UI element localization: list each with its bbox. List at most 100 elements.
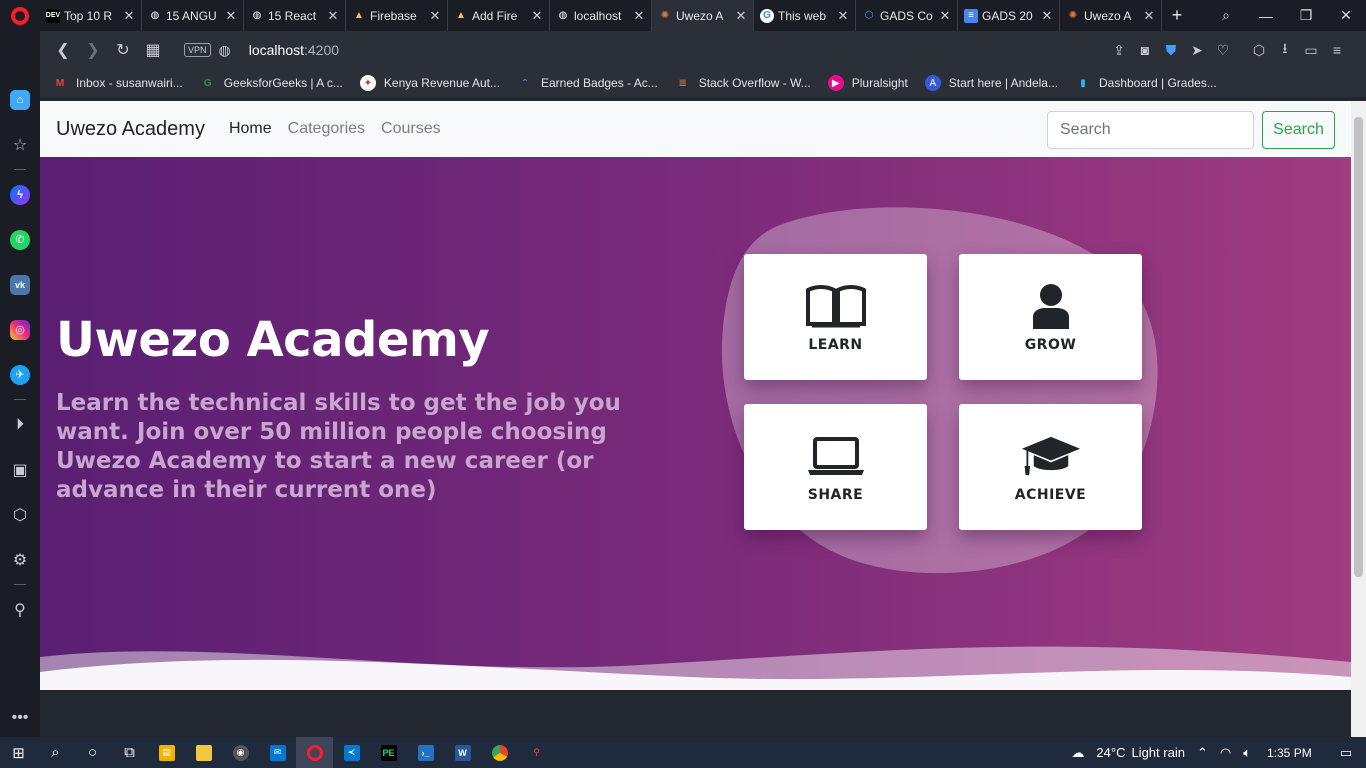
share-card[interactable]: SHARE xyxy=(744,404,927,530)
restore-icon[interactable]: ❐ xyxy=(1286,7,1326,24)
tab-overview-button[interactable]: ▦ xyxy=(138,35,168,65)
taskbar-opera[interactable] xyxy=(296,737,333,768)
page-scrollbar[interactable] xyxy=(1351,101,1366,737)
browser-tab[interactable]: ◍ localhost ✕ xyxy=(550,0,652,31)
bookmark-item[interactable]: M Inbox - susanwairi... xyxy=(52,75,183,91)
download-icon[interactable]: ⭳ xyxy=(1272,38,1298,62)
weather-temp[interactable]: 24°C xyxy=(1096,745,1125,760)
bookmark-item[interactable]: G GeeksforGeeks | A c... xyxy=(200,75,343,91)
taskbar-media[interactable]: ◉ xyxy=(222,737,259,768)
menu-icon[interactable]: ≡ xyxy=(1324,42,1350,58)
browser-tab-active[interactable]: ✺ Uwezo A ✕ xyxy=(652,0,754,31)
sidebar-messenger[interactable]: ϟ xyxy=(0,172,40,217)
sidebar-vk[interactable]: vk xyxy=(0,262,40,307)
reload-button[interactable]: ↻ xyxy=(108,35,138,65)
back-button[interactable]: ❮ xyxy=(48,35,78,65)
bookmark-item[interactable]: ▶ Pluralsight xyxy=(827,75,908,91)
sidebar-tips[interactable]: ⚲ xyxy=(0,587,40,632)
snapshot-icon[interactable]: ◙ xyxy=(1132,42,1158,58)
close-tab-icon[interactable]: ✕ xyxy=(531,8,543,24)
close-tab-icon[interactable]: ✕ xyxy=(939,8,951,24)
new-tab-button[interactable]: + xyxy=(1162,0,1192,31)
close-window-icon[interactable]: ✕ xyxy=(1326,7,1366,24)
grow-card[interactable]: GROW xyxy=(959,254,1142,380)
sidebar-whatsapp[interactable]: ✆ xyxy=(0,217,40,262)
sidebar-settings[interactable]: ⚙ xyxy=(0,537,40,582)
chevron-up-icon[interactable]: ⌃ xyxy=(1197,745,1208,761)
cube-icon[interactable]: ⬡ xyxy=(1246,42,1272,59)
start-button[interactable]: ⊞ xyxy=(0,737,37,768)
taskbar-pycharm[interactable]: PE xyxy=(370,737,407,768)
taskbar-chrome[interactable] xyxy=(481,737,518,768)
battery-icon[interactable]: ▭ xyxy=(1298,42,1324,59)
bookmark-item[interactable]: ▮ Dashboard | Grades... xyxy=(1075,75,1217,91)
close-tab-icon[interactable]: ✕ xyxy=(429,8,441,24)
taskbar-explorer[interactable] xyxy=(185,737,222,768)
browser-tab[interactable]: ◍ 15 ANGU ✕ xyxy=(142,0,244,31)
minimize-icon[interactable]: — xyxy=(1246,8,1286,24)
taskbar-git[interactable]: ⚲ xyxy=(518,737,555,768)
browser-tab[interactable]: ◍ 15 React ✕ xyxy=(244,0,346,31)
bookmark-item[interactable]: ⌃ Earned Badges - Ac... xyxy=(517,75,658,91)
taskbar-store[interactable]: ▤ xyxy=(148,737,185,768)
taskbar-mail[interactable]: ✉ xyxy=(259,737,296,768)
browser-tab[interactable]: DEV Top 10 R ✕ xyxy=(40,0,142,31)
close-tab-icon[interactable]: ✕ xyxy=(327,8,339,24)
send-icon[interactable]: ➤ xyxy=(1184,42,1210,59)
sidebar-player[interactable]: ⏵ xyxy=(0,402,40,447)
forward-button[interactable]: ❯ xyxy=(78,35,108,65)
sidebar-extensions[interactable]: ⬡ xyxy=(0,492,40,537)
taskbar-word[interactable]: W xyxy=(444,737,481,768)
close-tab-icon[interactable]: ✕ xyxy=(633,8,645,24)
search-tabs-icon[interactable]: ⌕ xyxy=(1206,7,1246,24)
weather-desc[interactable]: Light rain xyxy=(1131,745,1184,760)
search-input[interactable] xyxy=(1047,111,1254,149)
globe-icon: ◍ xyxy=(252,10,262,21)
vpn-badge[interactable]: VPN xyxy=(184,43,211,57)
sidebar-home[interactable]: ⌂ xyxy=(0,77,40,122)
sidebar-twitter[interactable]: ✈ xyxy=(0,352,40,397)
taskbar-vscode[interactable]: ≺ xyxy=(333,737,370,768)
browser-tab[interactable]: ▲ Add Fire ✕ xyxy=(448,0,550,31)
nav-categories[interactable]: Categories xyxy=(288,120,365,138)
heart-icon[interactable]: ♡ xyxy=(1210,42,1236,59)
nav-home[interactable]: Home xyxy=(229,120,272,138)
url-field[interactable]: localhost:4200 xyxy=(249,42,339,58)
browser-tab[interactable]: ▲ Firebase ✕ xyxy=(346,0,448,31)
close-tab-icon[interactable]: ✕ xyxy=(735,8,747,24)
close-tab-icon[interactable]: ✕ xyxy=(1041,8,1053,24)
close-tab-icon[interactable]: ✕ xyxy=(225,8,237,24)
scrollbar-thumb[interactable] xyxy=(1354,117,1363,577)
sidebar-instagram[interactable]: ◎ xyxy=(0,307,40,352)
achieve-card[interactable]: ACHIEVE xyxy=(959,404,1142,530)
taskbar-powershell[interactable]: ›_ xyxy=(407,737,444,768)
browser-tab[interactable]: G This web ✕ xyxy=(754,0,856,31)
site-brand[interactable]: Uwezo Academy xyxy=(56,118,205,141)
browser-tab[interactable]: ⬡ GADS Co ✕ xyxy=(856,0,958,31)
close-tab-icon[interactable]: ✕ xyxy=(123,8,135,24)
site-info-icon[interactable]: ◍ xyxy=(219,42,231,59)
sidebar-wallet[interactable]: ▣ xyxy=(0,447,40,492)
opera-menu-button[interactable] xyxy=(0,0,40,31)
clock[interactable]: 1:35 PM xyxy=(1267,746,1312,760)
bookmark-item[interactable]: ✦ Kenya Revenue Aut... xyxy=(359,75,500,91)
sidebar-bookmarks[interactable]: ☆ xyxy=(0,122,40,167)
volume-icon[interactable]: 🔈︎ xyxy=(1243,745,1251,761)
close-tab-icon[interactable]: ✕ xyxy=(1143,8,1155,24)
bookmark-item[interactable]: ≣ Stack Overflow - W... xyxy=(675,75,811,91)
bookmark-item[interactable]: A Start here | Andela... xyxy=(924,75,1058,91)
nav-courses[interactable]: Courses xyxy=(381,120,441,138)
network-icon[interactable]: ◠ xyxy=(1220,745,1231,761)
taskbar-search[interactable]: ⌕ xyxy=(37,737,74,768)
share-icon[interactable]: ⇪ xyxy=(1106,42,1132,59)
taskbar-cortana[interactable]: ○ xyxy=(74,737,111,768)
taskbar-task-view[interactable]: ⧉ xyxy=(111,737,148,768)
shield-icon[interactable]: ⛊ xyxy=(1158,42,1184,59)
search-button[interactable]: Search xyxy=(1262,111,1335,149)
close-tab-icon[interactable]: ✕ xyxy=(837,8,849,24)
browser-tab[interactable]: ✺ Uwezo A ✕ xyxy=(1060,0,1162,31)
sidebar-more[interactable]: ••• xyxy=(0,695,40,740)
notifications-icon[interactable]: ▭ xyxy=(1340,745,1352,761)
learn-card[interactable]: LEARN xyxy=(744,254,927,380)
browser-tab[interactable]: ≡ GADS 20 ✕ xyxy=(958,0,1060,31)
